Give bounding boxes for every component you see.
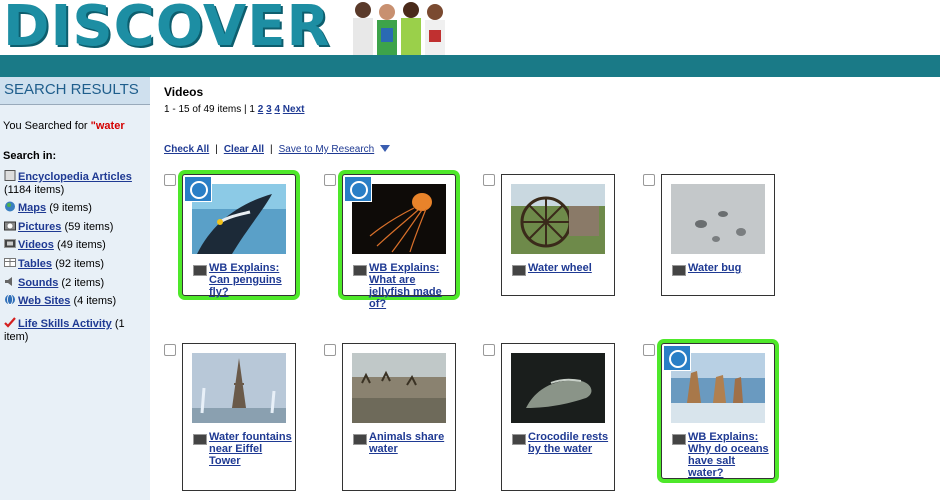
sidebar-item-maps[interactable]: Maps (9 items) (4, 201, 92, 215)
sidebar-item-tables[interactable]: Tables (92 items) (4, 257, 104, 271)
sidebar: SEARCH RESULTS You Searched for "water S… (0, 77, 150, 500)
checkmark-icon (4, 317, 16, 328)
video-title[interactable]: WB Explains: Can penguins fly? (209, 262, 293, 298)
speaker-icon (5, 277, 12, 286)
water-wheel-thumbnail[interactable] (511, 184, 605, 254)
header: DISCOVER (0, 0, 940, 59)
wb-explains-badge-icon (663, 345, 691, 371)
video-title[interactable]: Animals share water (369, 431, 453, 455)
video-icon (512, 265, 526, 276)
video-title[interactable]: Crocodile rests by the water (528, 431, 612, 455)
sidebar-item-sounds[interactable]: Sounds (2 items) (4, 276, 104, 290)
encyclopedia-icon (4, 170, 16, 181)
video-icon (353, 434, 367, 445)
item-checkbox[interactable] (643, 344, 655, 356)
header-bar (0, 55, 940, 77)
check-all-link[interactable]: Check All (164, 144, 209, 155)
wb-explains-badge-icon (184, 176, 212, 202)
video-icon (353, 265, 367, 276)
video-card[interactable]: WB Explains: Why do oceans have salt wat… (661, 343, 775, 479)
section-title: Videos (164, 85, 204, 99)
discover-logo: DISCOVER (3, 0, 331, 59)
table-icon (4, 258, 16, 267)
item-checkbox[interactable] (643, 174, 655, 186)
video-title[interactable]: Water wheel (528, 262, 612, 274)
sidebar-item-websites[interactable]: Web Sites (4 items) (4, 294, 116, 308)
save-to-research-link[interactable]: Save to My Research (279, 144, 375, 155)
animals-thumbnail[interactable] (352, 353, 446, 423)
crocodile-thumbnail[interactable] (511, 353, 605, 423)
water-bug-thumbnail[interactable] (671, 184, 765, 254)
web-icon (5, 294, 15, 305)
video-card[interactable]: WB Explains: Can penguins fly? (182, 174, 296, 298)
video-icon (193, 434, 207, 445)
video-card[interactable]: Crocodile rests by the water (501, 343, 615, 491)
clear-all-link[interactable]: Clear All (224, 144, 264, 155)
pager-page-4[interactable]: 4 (274, 104, 280, 115)
video-icon (672, 434, 686, 445)
search-in-label: Search in: (3, 150, 57, 162)
video-card[interactable]: Water fountains near Eiffel Tower (182, 343, 296, 491)
video-card[interactable]: Water wheel (501, 174, 615, 296)
video-icon (4, 239, 16, 248)
action-bar: Check All | Clear All | Save to My Research (164, 144, 391, 155)
wb-explains-badge-icon (344, 176, 372, 202)
pager: 1 - 15 of 49 items | 1 2 3 4 Next (164, 104, 305, 115)
item-checkbox[interactable] (324, 174, 336, 186)
video-title[interactable]: WB Explains: Why do oceans have salt wat… (688, 431, 772, 479)
eiffel-tower-thumbnail[interactable] (192, 353, 286, 423)
item-checkbox[interactable] (164, 344, 176, 356)
camera-icon (4, 221, 16, 231)
video-icon (193, 265, 207, 276)
video-icon (672, 265, 686, 276)
dropdown-arrow-icon[interactable] (380, 145, 391, 152)
video-card[interactable]: WB Explains: What are jellyfish made of? (342, 174, 456, 310)
item-checkbox[interactable] (483, 174, 495, 186)
globe-icon (5, 201, 15, 212)
video-title[interactable]: WB Explains: What are jellyfish made of? (369, 262, 453, 310)
item-checkbox[interactable] (324, 344, 336, 356)
searched-for-text: You Searched for "water (3, 120, 125, 132)
video-title[interactable]: Water fountains near Eiffel Tower (209, 431, 293, 467)
sidebar-item-life-skills[interactable]: Life Skills Activity (1 item) (4, 317, 144, 344)
sidebar-item-encyclopedia[interactable]: Encyclopedia Articles (1184 items) (4, 170, 150, 197)
item-checkbox[interactable] (483, 344, 495, 356)
video-card[interactable]: Water bug (661, 174, 775, 296)
sidebar-title: SEARCH RESULTS (0, 77, 150, 105)
main-content: Videos 1 - 15 of 49 items | 1 2 3 4 Next… (150, 77, 940, 500)
pager-next[interactable]: Next (283, 104, 305, 115)
video-title[interactable]: Water bug (688, 262, 772, 274)
video-card[interactable]: Animals share water (342, 343, 456, 491)
sidebar-item-videos[interactable]: Videos (49 items) (4, 238, 106, 252)
item-checkbox[interactable] (164, 174, 176, 186)
students-photo (353, 2, 445, 55)
video-icon (512, 434, 526, 445)
pager-page-2[interactable]: 2 (258, 104, 264, 115)
pager-current: 1 (249, 104, 255, 115)
search-term: "water (90, 120, 125, 132)
sidebar-item-pictures[interactable]: Pictures (59 items) (4, 220, 113, 234)
pager-page-3[interactable]: 3 (266, 104, 272, 115)
